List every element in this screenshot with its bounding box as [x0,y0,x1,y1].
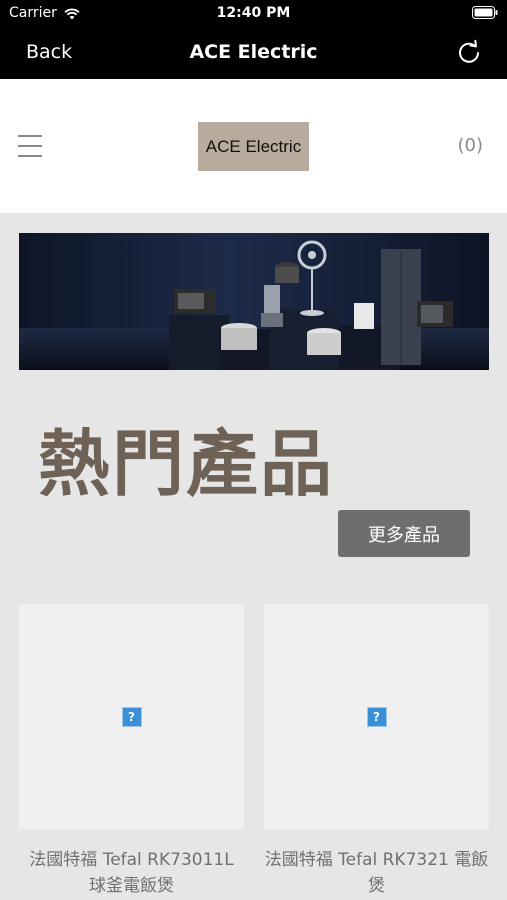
menu-line [18,135,42,137]
broken-image-icon: ? [366,706,387,727]
status-time: 12:40 PM [216,5,291,21]
menu-line [18,155,42,157]
hero-banner[interactable] [19,233,489,370]
logo-text: ACE Electric [205,136,302,156]
back-button[interactable]: Back [26,41,72,63]
cart-count[interactable]: (0) [458,135,484,156]
product-name[interactable]: 法國特福 Tefal RK7321 電飯煲 [264,847,489,899]
status-bar: Carrier 12:40 PM [0,0,507,26]
menu-line [18,145,42,147]
battery-icon [472,6,498,19]
product-card[interactable]: ? 法國特福 Tefal RK7321 電飯煲 [264,604,489,899]
site-logo[interactable]: ACE Electric [198,122,309,171]
product-image[interactable]: ? [264,604,489,829]
product-card[interactable]: ? 法國特福 Tefal RK73011L 球釜電飯煲 [19,604,244,899]
more-products-button[interactable]: 更多產品 [338,510,470,557]
refresh-icon[interactable] [455,39,483,67]
product-image[interactable]: ? [19,604,244,829]
nav-title: ACE Electric [189,41,318,63]
navigation-bar: Back ACE Electric [0,26,507,79]
product-name[interactable]: 法國特福 Tefal RK73011L 球釜電飯煲 [19,847,244,899]
appliance-banner-image [19,240,489,370]
broken-image-icon: ? [121,706,142,727]
hamburger-menu-icon[interactable] [18,135,42,157]
section-title: 熱門產品 [38,422,335,506]
